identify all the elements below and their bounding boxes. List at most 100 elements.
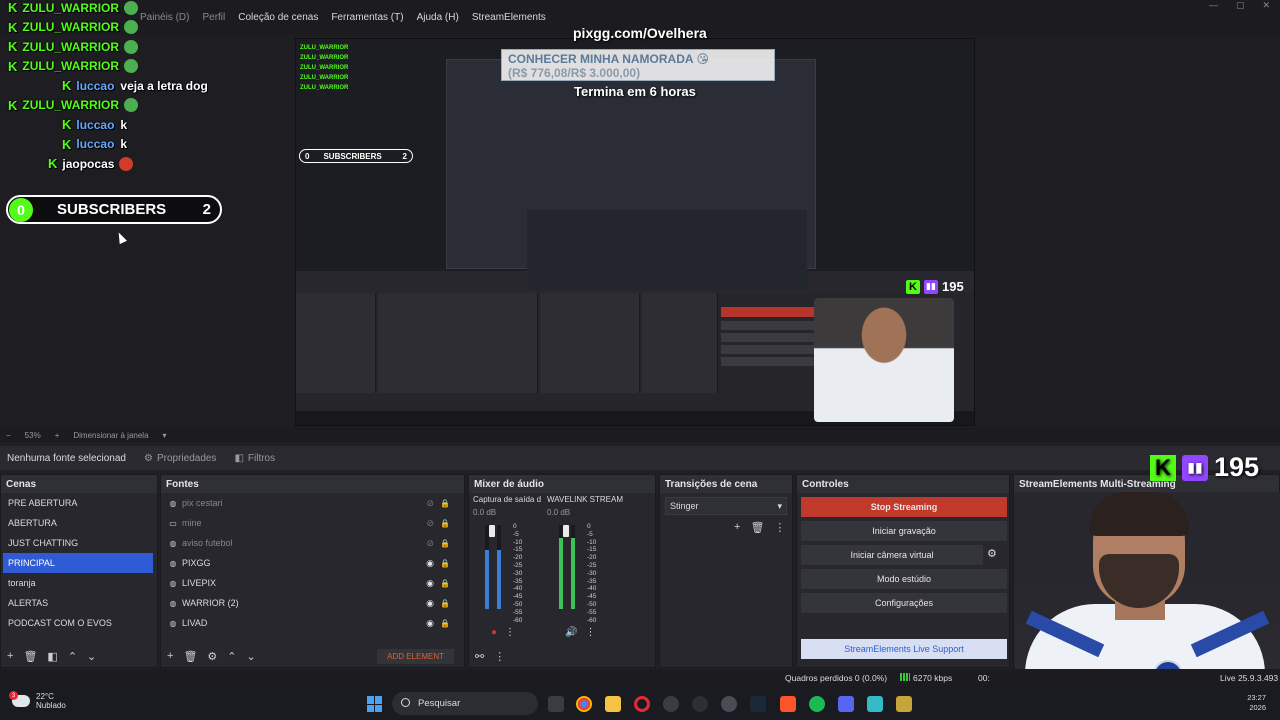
globe-icon: ◍ [169, 578, 177, 588]
db-tick: -30 [587, 569, 597, 577]
properties-button[interactable]: ⚙ Propriedades [144, 453, 216, 464]
menu-item-help[interactable]: Ajuda (H) [417, 12, 459, 23]
volume-fader[interactable] [563, 525, 569, 537]
sources-list: ◍ pix cestari ⊘ 🔒 ▭ mine ⊘ 🔒 ◍ aviso futebol ⊘ 🔒 ◍ PI… [161, 493, 464, 633]
trash-icon[interactable]: 🗑 [183, 650, 197, 663]
more-icon[interactable]: ⋮ [494, 650, 505, 663]
source-item[interactable]: ◍ LIVEPIX ◉ 🔒 [161, 573, 464, 593]
eye-hidden-icon[interactable]: ⊘ [426, 538, 434, 549]
chevron-down-icon[interactable]: ⌄ [247, 650, 256, 663]
gear-icon[interactable]: ⚙ [207, 650, 217, 663]
chat-line: Kluccao veja a letra dog [8, 76, 228, 96]
trash-icon[interactable]: 🗑 [750, 521, 764, 534]
start-recording-button[interactable]: Iniciar gravação [801, 521, 1007, 541]
zoom-mode[interactable]: Dimensionar à janela [73, 431, 148, 440]
scene-item[interactable]: toranja [1, 573, 157, 593]
obs-active-icon[interactable] [692, 696, 708, 712]
notepad-icon[interactable] [867, 696, 883, 712]
obs-icon[interactable] [663, 696, 679, 712]
chevron-down-icon[interactable]: ⌄ [87, 650, 96, 663]
source-item[interactable]: ▭ mine ⊘ 🔒 [161, 513, 464, 533]
more-icon[interactable]: ⋮ [585, 627, 595, 638]
eye-icon[interactable]: ◉ [426, 558, 434, 569]
scene-item[interactable]: PRE ABERTURA [1, 493, 157, 513]
app-icon[interactable] [896, 696, 912, 712]
discord-icon[interactable] [838, 696, 854, 712]
menu-item-streamelements[interactable]: StreamElements [472, 12, 546, 23]
scene-item[interactable]: PRINCIPAL [3, 553, 153, 573]
source-item[interactable]: ◍ pix cestari ⊘ 🔒 [161, 493, 464, 513]
preview-canvas[interactable]: K ZULU_WARRIOR K ZULU_WARRIOR K ZULU_WARRIOR K… [0, 0, 1280, 428]
transition-select[interactable]: Stinger ▾ [665, 497, 787, 515]
zoom-out-icon[interactable]: − [6, 431, 11, 440]
db-tick: -15 [587, 546, 597, 554]
lock-icon[interactable]: 🔒 [440, 599, 450, 608]
more-icon[interactable]: ⋮ [774, 521, 785, 534]
close-icon[interactable]: ✕ [1262, 0, 1270, 14]
gear-icon[interactable]: ⚙ [987, 547, 997, 560]
settings-button[interactable]: Configurações [801, 593, 1007, 613]
taskbar-search[interactable]: Pesquisar [392, 692, 538, 715]
scene-item[interactable]: ABERTURA [1, 513, 157, 533]
eye-hidden-icon[interactable]: ⊘ [426, 518, 434, 529]
chevron-up-icon[interactable]: ⌃ [227, 650, 236, 663]
filters-button[interactable]: ◧ Filtros [234, 453, 275, 464]
source-item[interactable]: ◍ LIVAD ◉ 🔒 [161, 613, 464, 633]
more-icon[interactable]: ⋮ [505, 627, 515, 638]
add-scene-icon[interactable]: + [7, 650, 13, 662]
chevron-up-icon[interactable]: ⌃ [68, 650, 77, 663]
scene-item[interactable]: JUST CHATTING [1, 533, 157, 553]
windows-start-icon[interactable] [367, 696, 383, 712]
muted-icon[interactable]: ● [491, 627, 497, 638]
lock-icon[interactable]: 🔒 [440, 579, 450, 588]
steam-icon[interactable] [750, 696, 766, 712]
add-element-button[interactable]: ADD ELEMENT [377, 649, 454, 664]
filter-icon[interactable]: ◧ [47, 650, 57, 663]
stop-streaming-button[interactable]: Stop Streaming [801, 497, 1007, 517]
chrome-icon[interactable] [576, 696, 592, 712]
db-tick: -45 [587, 593, 597, 601]
chat-username: jaopocas [62, 156, 115, 171]
mixer-toolbar: ⚯ ⋮ [469, 645, 655, 667]
menu-item-tools[interactable]: Ferramentas (T) [331, 12, 403, 23]
brave-icon[interactable] [780, 696, 796, 712]
maximize-icon[interactable]: ▢ [1236, 0, 1245, 14]
system-clock[interactable]: 23:27 2026 [1247, 693, 1266, 713]
speaker-icon[interactable]: 🔊 [565, 627, 577, 638]
source-item[interactable]: ◍ PIXGG ◉ 🔒 [161, 553, 464, 573]
zoom-in-icon[interactable]: + [55, 431, 60, 440]
scene-item[interactable]: ALERTAS [1, 593, 157, 613]
task-view-icon[interactable] [548, 696, 564, 712]
lock-icon[interactable]: 🔒 [440, 619, 450, 628]
trash-icon[interactable]: 🗑 [23, 650, 37, 663]
lock-icon[interactable]: 🔒 [440, 539, 450, 548]
lock-icon[interactable]: 🔒 [440, 519, 450, 528]
lock-icon[interactable]: 🔒 [440, 559, 450, 568]
add-source-icon[interactable]: + [167, 650, 173, 662]
chevron-down-icon[interactable]: ▾ [163, 431, 167, 440]
scene-item[interactable]: PODCAST COM O EVOS [1, 613, 157, 633]
eye-icon[interactable]: ◉ [426, 578, 434, 589]
eye-icon[interactable]: ◉ [426, 598, 434, 609]
eye-hidden-icon[interactable]: ⊘ [426, 498, 434, 509]
volume-fader[interactable] [489, 525, 495, 537]
menu-item-scene-collection[interactable]: Coleção de cenas [238, 12, 318, 23]
studio-mode-button[interactable]: Modo estúdio [801, 569, 1007, 589]
nested-mixer [540, 293, 640, 393]
opera-icon[interactable] [634, 696, 650, 712]
app-icon[interactable] [721, 696, 737, 712]
minimize-icon[interactable]: — [1209, 0, 1218, 14]
lock-icon[interactable]: 🔒 [440, 499, 450, 508]
file-explorer-icon[interactable] [605, 696, 621, 712]
start-virtual-camera-button[interactable]: Iniciar câmera virtual [801, 545, 983, 565]
eye-icon[interactable]: ◉ [426, 618, 434, 629]
link-icon[interactable]: ⚯ [475, 650, 484, 663]
add-icon[interactable]: + [734, 521, 740, 534]
spotify-icon[interactable] [809, 696, 825, 712]
source-item[interactable]: ◍ WARRIOR (2) ◉ 🔒 [161, 593, 464, 613]
weather-widget[interactable]: 3 22°C Nublado [9, 691, 66, 710]
live-support-button[interactable]: StreamElements Live Support [801, 639, 1007, 659]
source-item[interactable]: ◍ aviso futebol ⊘ 🔒 [161, 533, 464, 553]
kick-icon: K [8, 19, 18, 35]
db-tick: -5 [513, 530, 519, 538]
